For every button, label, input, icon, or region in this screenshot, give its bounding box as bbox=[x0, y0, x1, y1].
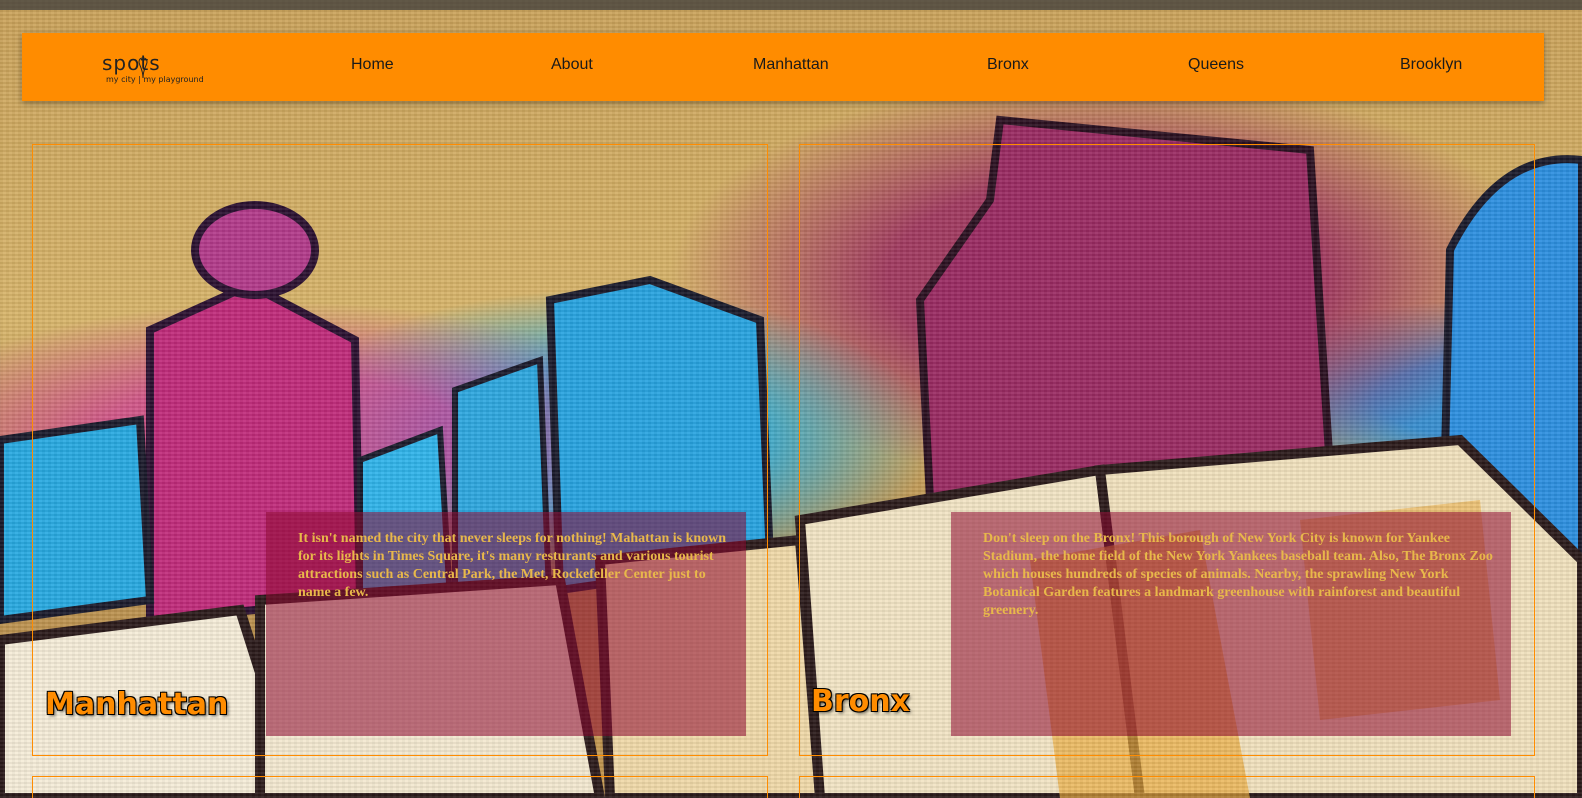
logo-word: spots bbox=[102, 51, 161, 75]
card-title[interactable]: Manhattan bbox=[45, 687, 228, 722]
nav-manhattan[interactable]: Manhattan bbox=[753, 56, 829, 74]
top-strip bbox=[0, 0, 1582, 10]
nav-about[interactable]: About bbox=[551, 56, 593, 74]
card-title[interactable]: Bronx bbox=[811, 684, 910, 719]
card-manhattan[interactable]: It isn't named the city that never sleep… bbox=[32, 144, 768, 756]
card-description: Don't sleep on the Bronx! This borough o… bbox=[951, 512, 1511, 736]
logo-tagline: my city | my playground bbox=[106, 75, 204, 84]
nav-bronx[interactable]: Bronx bbox=[987, 56, 1029, 74]
card-description: It isn't named the city that never sleep… bbox=[266, 512, 746, 736]
navbar: spots my city | my playground Home About… bbox=[22, 33, 1544, 101]
nav-queens[interactable]: Queens bbox=[1188, 56, 1244, 74]
nav-brooklyn[interactable]: Brooklyn bbox=[1400, 56, 1462, 74]
card-bronx[interactable]: Don't sleep on the Bronx! This borough o… bbox=[799, 144, 1535, 756]
card-next-right[interactable] bbox=[799, 776, 1535, 798]
card-next-left[interactable] bbox=[32, 776, 768, 798]
site-logo[interactable]: spots my city | my playground bbox=[102, 51, 212, 91]
nav-home[interactable]: Home bbox=[351, 56, 394, 74]
